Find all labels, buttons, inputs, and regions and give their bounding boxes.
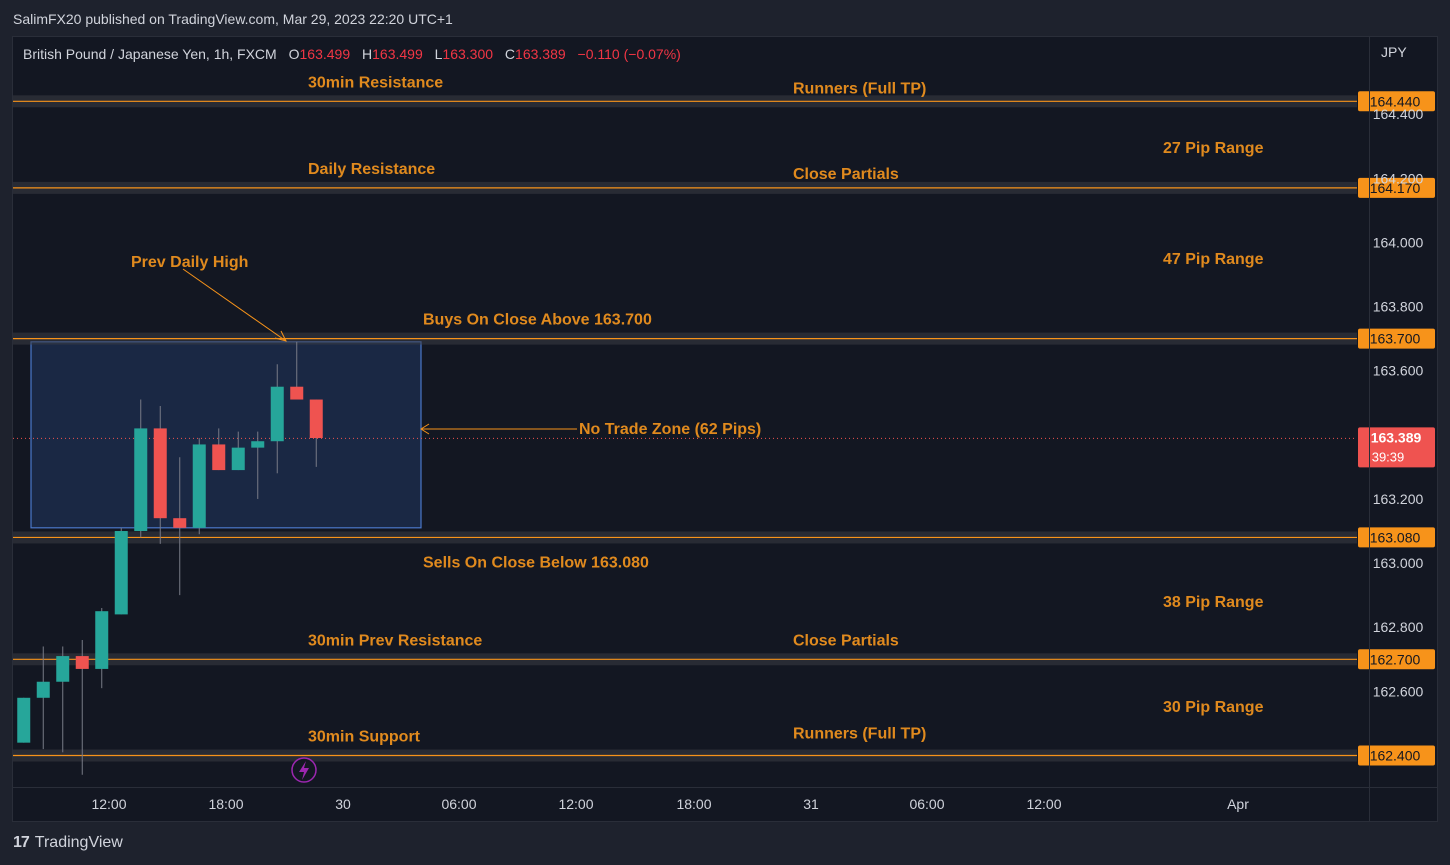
prev-daily-high-arrow: [182, 268, 287, 342]
price-axis-separator: [1369, 37, 1370, 821]
low-value: 163.300: [442, 46, 494, 62]
level-label: 30min Support: [308, 729, 421, 746]
candle-up: [134, 428, 148, 532]
close-value: 163.389: [515, 46, 566, 62]
level-right-label: Runners (Full TP): [793, 80, 926, 97]
tradingview-logo-icon: 17: [13, 834, 30, 851]
level-label: Buys On Close Above 163.700: [423, 312, 652, 329]
footer: 17 TradingView: [0, 822, 1450, 865]
y-tick-label: 162.600: [1373, 683, 1424, 699]
high-value: 163.499: [372, 46, 423, 62]
level-right-label: Runners (Full TP): [793, 726, 926, 743]
change-value: −0.110 (−0.07%): [577, 46, 681, 62]
open-value: 163.499: [299, 46, 351, 62]
level-right-label: Close Partials: [793, 166, 899, 183]
no-trade-zone: [30, 341, 422, 529]
prev-daily-high-label: Prev Daily High: [131, 254, 248, 271]
candle-up: [270, 386, 284, 442]
x-tick-label: 30: [335, 796, 351, 812]
symbol-legend: British Pound / Japanese Yen, 1h, FXCM O…: [23, 46, 681, 62]
x-tick-label: 12:00: [1026, 796, 1061, 812]
candle-down: [153, 428, 167, 519]
countdown-text: 39:39: [1372, 449, 1405, 464]
candle-down: [290, 386, 304, 400]
level-label: Daily Resistance: [308, 161, 435, 178]
x-tick-label: 18:00: [208, 796, 243, 812]
price-chart[interactable]: 30min Resistance Runners (Full TP)164.440…: [13, 37, 1437, 821]
pip-range-label: 47 Pip Range: [1163, 251, 1264, 268]
y-tick-label: 163.000: [1373, 555, 1424, 571]
chart-pane[interactable]: 30min Resistance Runners (Full TP) 164.440…: [12, 36, 1438, 822]
x-tick-label: Apr: [1227, 796, 1249, 812]
level-label: 30min Prev Resistance: [308, 632, 482, 649]
x-tick-label: 12:00: [91, 796, 126, 812]
candle-up: [56, 656, 70, 682]
current-price-text: 163.389: [1371, 429, 1422, 445]
price-tag-text: 162.400: [1370, 748, 1421, 764]
candle-up: [231, 447, 245, 471]
symbol-name: British Pound / Japanese Yen, 1h, FXCM: [23, 46, 277, 62]
y-tick-label: 163.800: [1373, 299, 1424, 315]
tradingview-logo[interactable]: 17 TradingView: [13, 834, 123, 852]
candle-down: [309, 399, 323, 439]
level-right-label: Close Partials: [793, 632, 899, 649]
y-tick-label: 164.400: [1373, 106, 1424, 122]
candle-down: [173, 518, 187, 528]
close-label: C: [504, 46, 516, 62]
x-tick-label: 12:00: [558, 796, 593, 812]
level-label: Sells On Close Below 163.080: [423, 554, 649, 571]
price-tag-text: 163.700: [1370, 331, 1421, 347]
y-tick-label: 163.200: [1373, 491, 1424, 507]
y-tick-label: 164.200: [1373, 170, 1424, 186]
pip-range-label: 30 Pip Range: [1163, 699, 1264, 716]
candle-up: [251, 441, 265, 448]
x-tick-label: 06:00: [909, 796, 944, 812]
candle-up: [17, 697, 31, 743]
y-tick-label: 163.600: [1373, 363, 1424, 379]
currency-label[interactable]: JPY: [1381, 44, 1407, 60]
no-trade-zone-label: No Trade Zone (62 Pips): [579, 421, 761, 438]
price-tag-text: 162.700: [1370, 651, 1421, 667]
y-tick-label: 162.800: [1373, 619, 1424, 635]
price-tag-text: 163.080: [1370, 529, 1421, 545]
x-tick-label: 06:00: [441, 796, 476, 812]
publish-header: SalimFX20 published on TradingView.com, …: [0, 0, 1450, 36]
open-label: O: [288, 46, 300, 62]
candle-up: [36, 681, 50, 698]
candle-up: [192, 444, 206, 528]
x-tick-label: 18:00: [676, 796, 711, 812]
high-label: H: [362, 46, 373, 62]
candle-down: [75, 656, 89, 669]
x-tick-label: 31: [803, 796, 819, 812]
time-axis-separator: [13, 787, 1437, 788]
publish-info: SalimFX20 published on TradingView.com, …: [13, 11, 453, 27]
pip-range-label: 27 Pip Range: [1163, 140, 1264, 157]
candle-up: [95, 611, 109, 669]
candle-down: [212, 444, 226, 471]
level-label: 30min Resistance: [308, 74, 443, 91]
candle-up: [114, 531, 128, 615]
pip-range-label: 38 Pip Range: [1163, 594, 1264, 611]
brand-name: TradingView: [34, 834, 123, 851]
y-tick-label: 164.000: [1373, 234, 1424, 250]
